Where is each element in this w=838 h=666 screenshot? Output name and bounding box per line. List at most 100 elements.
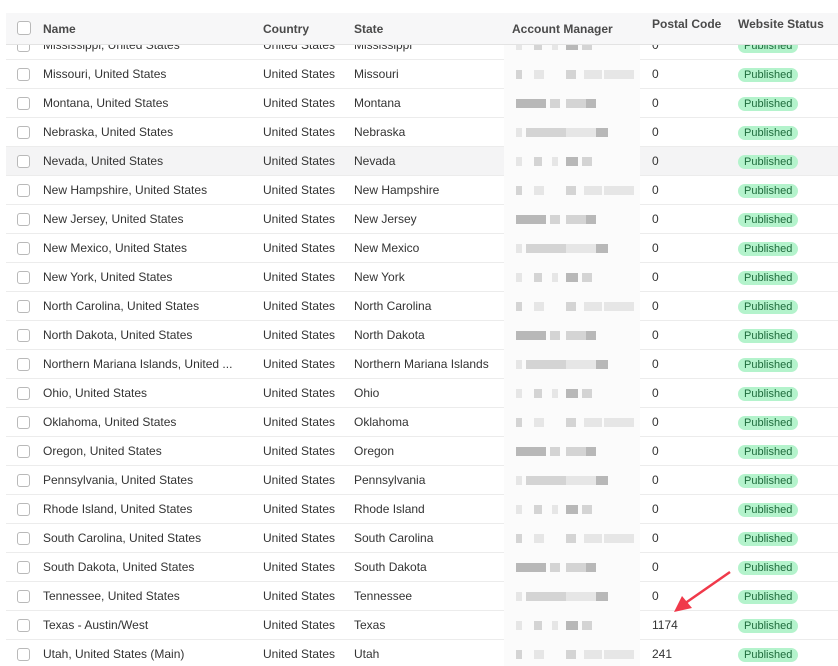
row-checkbox[interactable] (17, 184, 30, 197)
region-name: Northern Mariana Islands, United ... (43, 357, 233, 371)
website-status-cell: Published (738, 147, 838, 176)
website-status-cell: Published (738, 611, 838, 640)
status-badge: Published (738, 618, 799, 633)
country-cell: United States (263, 357, 336, 371)
table-row[interactable]: New Hampshire, United States United State… (6, 176, 838, 205)
table-row[interactable]: Oregon, United States United States Oregon… (6, 437, 838, 466)
row-checkbox[interactable] (17, 532, 30, 545)
row-checkbox[interactable] (17, 387, 30, 400)
table-row[interactable]: New Jersey, United States United States Ne… (6, 205, 838, 234)
column-header-country[interactable]: Country (263, 13, 347, 45)
table-row[interactable]: North Carolina, United States United Stat… (6, 292, 838, 321)
table-row[interactable]: North Dakota, United States United States… (6, 321, 838, 350)
website-status-cell: Published (738, 553, 838, 582)
row-checkbox[interactable] (17, 242, 30, 255)
row-checkbox[interactable] (17, 619, 30, 632)
status-badge: Published (738, 183, 799, 198)
column-header-postal-codes[interactable]: Postal Codes (652, 13, 722, 40)
state-cell: North Carolina (354, 299, 432, 313)
row-checkbox[interactable] (17, 271, 30, 284)
postal-codes-count: 0 (652, 270, 659, 284)
account-manager-redacted (504, 611, 640, 640)
state-cell: New York (354, 270, 405, 284)
region-name: Rhode Island, United States (43, 502, 193, 516)
row-checkbox[interactable] (17, 300, 30, 313)
status-badge: Published (738, 531, 799, 546)
state-cell: New Hampshire (354, 183, 440, 197)
account-manager-redacted (504, 292, 640, 321)
account-manager-redacted (504, 553, 640, 582)
country-cell: United States (263, 183, 336, 197)
postal-codes-count: 0 (652, 328, 659, 342)
table-row[interactable]: New Mexico, United States United States Ne… (6, 234, 838, 263)
postal-codes-count: 0 (652, 96, 659, 110)
table-row[interactable]: Rhode Island, United States United States… (6, 495, 838, 524)
table-row[interactable]: Missouri, United States United States Miss… (6, 60, 838, 89)
table-row[interactable]: South Carolina, United States United Stat… (6, 524, 838, 553)
annotation-arrow-icon (674, 570, 731, 612)
column-header-state[interactable]: State (354, 13, 504, 45)
table-row[interactable]: Ohio, United States United States Ohio 0 Pub… (6, 379, 838, 408)
column-header-account-manager[interactable]: Account Manager (512, 13, 648, 45)
country-cell: United States (263, 67, 336, 81)
table-row[interactable]: Nevada, United States United States Nevada… (6, 147, 838, 176)
account-manager-redacted (504, 379, 640, 408)
table-row[interactable]: Northern Mariana Islands, United ... Unit… (6, 350, 838, 379)
row-checkbox[interactable] (17, 503, 30, 516)
website-status-cell: Published (738, 118, 838, 147)
postal-codes-count: 0 (652, 241, 659, 255)
row-checkbox[interactable] (17, 590, 30, 603)
postal-codes-count: 0 (652, 299, 659, 313)
postal-codes-count: 0 (652, 502, 659, 516)
country-cell: United States (263, 299, 336, 313)
column-header-name[interactable]: Name (43, 13, 239, 45)
postal-codes-count: 0 (652, 415, 659, 429)
column-header-website-status[interactable]: Website Status (738, 13, 838, 40)
table-row[interactable]: New York, United States United States New … (6, 263, 838, 292)
row-checkbox[interactable] (17, 474, 30, 487)
country-cell: United States (263, 386, 336, 400)
state-cell: Utah (354, 647, 380, 661)
table-row[interactable]: Oklahoma, United States United States Okla… (6, 408, 838, 437)
website-status-cell: Published (738, 379, 838, 408)
state-cell: Oregon (354, 444, 395, 458)
table-row[interactable]: Nebraska, United States United States Nebr… (6, 118, 838, 147)
status-badge: Published (738, 415, 799, 430)
select-all-checkbox[interactable] (17, 21, 31, 35)
table-row[interactable]: Montana, United States United States Monta… (6, 89, 838, 118)
region-name: Pennsylvania, United States (43, 473, 194, 487)
region-name: South Dakota, United States (43, 560, 195, 574)
website-status-cell: Published (738, 582, 838, 611)
state-cell: Texas (354, 618, 386, 632)
row-checkbox[interactable] (17, 445, 30, 458)
state-cell: South Carolina (354, 531, 434, 545)
website-status-cell: Published (738, 466, 838, 495)
status-badge: Published (738, 299, 799, 314)
row-checkbox[interactable] (17, 213, 30, 226)
row-checkbox[interactable] (17, 155, 30, 168)
row-checkbox[interactable] (17, 358, 30, 371)
country-cell: United States (263, 473, 336, 487)
country-cell: United States (263, 531, 336, 545)
row-checkbox[interactable] (17, 416, 30, 429)
account-manager-redacted (504, 176, 640, 205)
state-cell: Pennsylvania (354, 473, 426, 487)
website-status-cell: Published (738, 524, 838, 553)
table-row[interactable]: Pennsylvania, United States United States… (6, 466, 838, 495)
row-checkbox[interactable] (17, 561, 30, 574)
row-checkbox[interactable] (17, 97, 30, 110)
status-badge: Published (738, 647, 799, 662)
account-manager-redacted (504, 466, 640, 495)
state-cell: Nevada (354, 154, 396, 168)
row-checkbox[interactable] (17, 68, 30, 81)
row-checkbox[interactable] (17, 329, 30, 342)
region-name: South Carolina, United States (43, 531, 202, 545)
region-name: North Dakota, United States (43, 328, 193, 342)
row-checkbox[interactable] (17, 126, 30, 139)
website-status-cell: Published (738, 60, 838, 89)
state-cell: Oklahoma (354, 415, 409, 429)
table-row[interactable]: Utah, United States (Main) United States U… (6, 640, 838, 666)
country-cell: United States (263, 212, 336, 226)
row-checkbox[interactable] (17, 648, 30, 661)
account-manager-redacted (504, 321, 640, 350)
